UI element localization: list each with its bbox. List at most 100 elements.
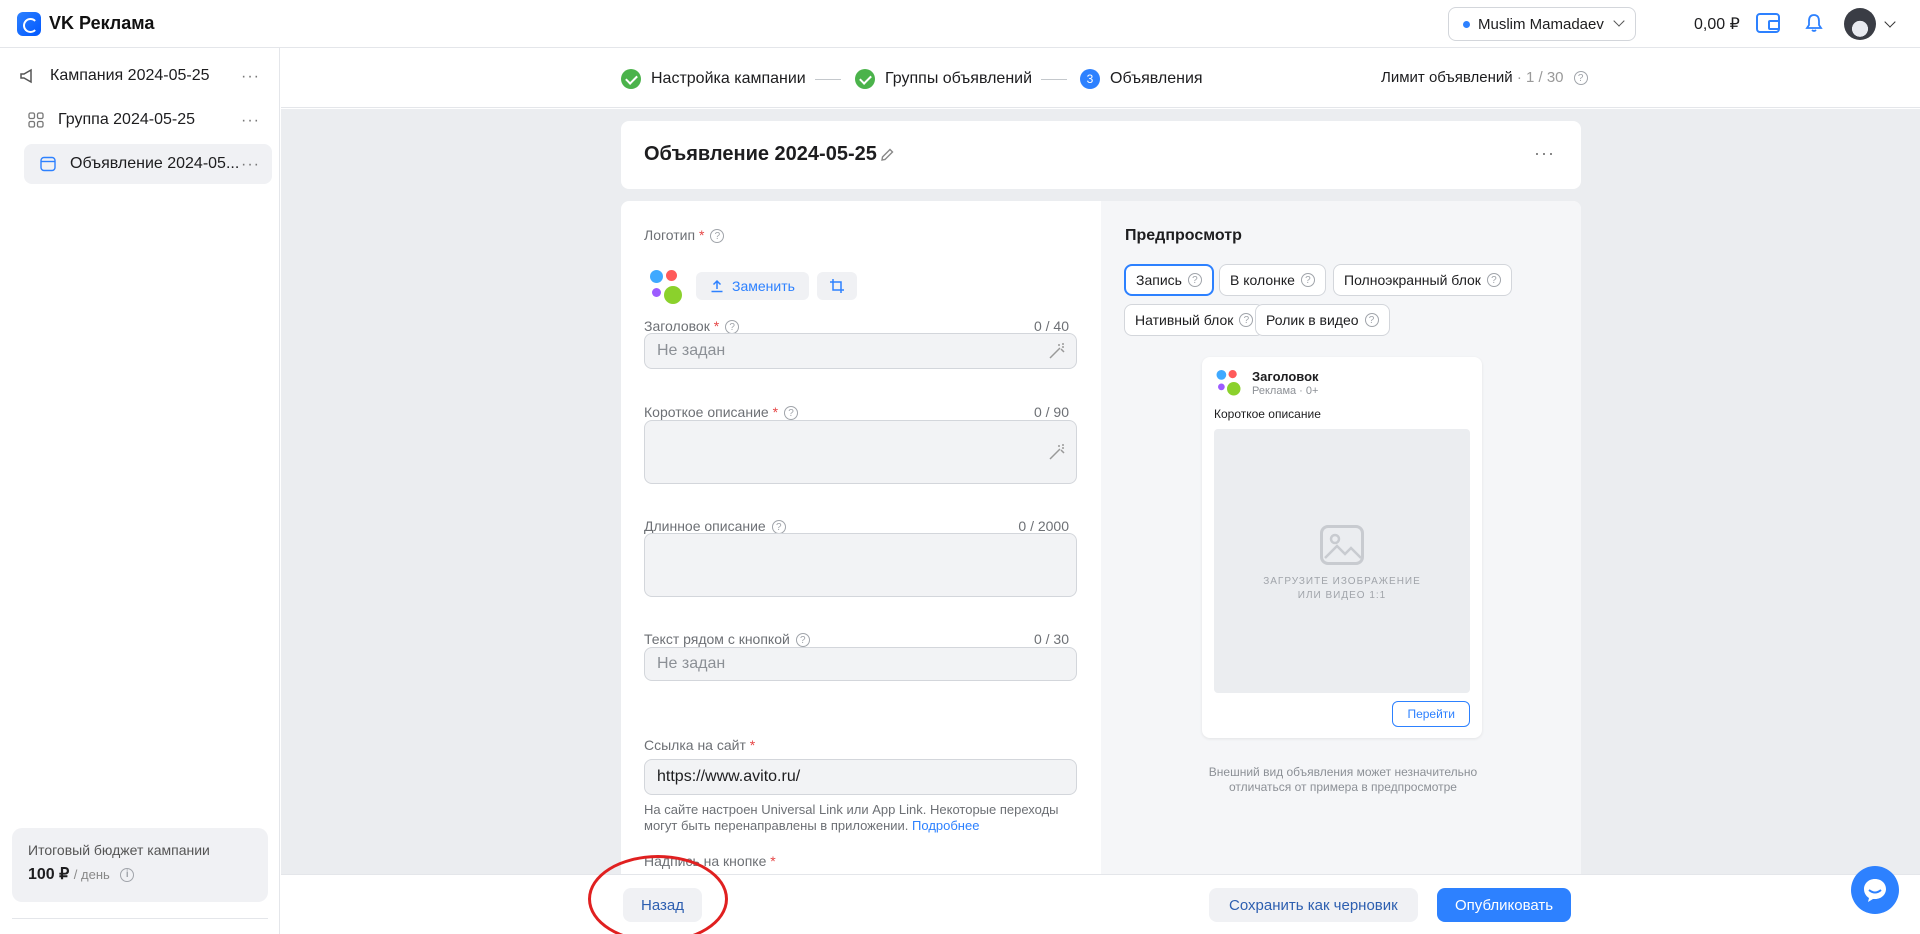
more-icon[interactable]: ··· <box>241 156 260 174</box>
site-link-input[interactable]: https://www.avito.ru/ <box>644 759 1077 795</box>
bell-icon[interactable] <box>1804 13 1824 33</box>
site-link-value: https://www.avito.ru/ <box>657 768 801 785</box>
sidebar: Кампания 2024-05-25 ··· Группа 2024-05-2… <box>0 48 280 934</box>
long-desc-counter: 0 / 2000 <box>1018 518 1069 534</box>
help-icon[interactable]: ? <box>1486 273 1501 287</box>
tab-fullscreen[interactable]: Полноэкранный блок? <box>1333 264 1512 296</box>
grid-icon <box>26 110 46 130</box>
check-icon <box>621 69 641 89</box>
hint-text: На сайте настроен Universal Link или App… <box>644 802 1059 833</box>
help-icon[interactable]: ? <box>710 229 725 244</box>
tab-native[interactable]: Нативный блок? <box>1124 304 1265 336</box>
crop-button[interactable] <box>816 272 857 300</box>
preview-headline: Заголовок <box>1252 369 1319 384</box>
field-label: Логотип <box>644 227 696 243</box>
page-title: Объявление 2024-05-25 <box>644 143 877 165</box>
tab-label: Запись <box>1136 272 1182 288</box>
step-connector <box>815 79 841 80</box>
sidebar-item-group[interactable]: Группа 2024-05-25 ··· <box>28 100 272 140</box>
chevron-down-icon <box>1613 15 1625 27</box>
top-bar: VK Реклама Muslim Mamadaev 0,00 ₽ <box>0 0 1920 48</box>
site-link-label: Ссылка на сайт * <box>644 737 756 753</box>
step-label: Настройка кампании <box>651 70 806 87</box>
field-label: Ссылка на сайт <box>644 737 746 753</box>
balance[interactable]: 0,00 ₽ <box>1694 14 1740 34</box>
preview-title: Предпросмотр <box>1125 227 1242 244</box>
logo-label: Логотип *? <box>644 227 725 244</box>
sidebar-item-campaign[interactable]: Кампания 2024-05-25 ··· <box>20 56 272 96</box>
wallet-icon[interactable] <box>1756 13 1780 33</box>
headline-input[interactable]: Не задан <box>644 333 1077 369</box>
sidebar-item-label: Группа 2024-05-25 <box>58 111 195 128</box>
account-name: Muslim Mamadaev <box>1478 15 1604 33</box>
app-name: VK Реклама <box>49 13 155 33</box>
ad-title-card: Объявление 2024-05-25 ··· <box>621 121 1581 189</box>
megaphone-icon <box>18 66 38 86</box>
preview-meta: Реклама · 0+ <box>1252 385 1319 397</box>
tab-label: Ролик в видео <box>1266 312 1359 328</box>
info-icon[interactable]: i <box>120 867 135 882</box>
tab-label: Полноэкранный блок <box>1344 272 1481 288</box>
upload-icon <box>711 279 723 293</box>
button-text-counter: 0 / 30 <box>1033 631 1069 647</box>
field-label: Заголовок <box>644 318 710 334</box>
budget-unit: / день <box>73 867 110 882</box>
field-label: Текст рядом с кнопкой <box>644 631 790 647</box>
help-icon[interactable]: ? <box>1239 313 1254 327</box>
stepper: Настройка кампании Группы объявлений 3 О… <box>281 49 1920 108</box>
more-icon[interactable]: ··· <box>1534 143 1555 164</box>
help-icon[interactable]: ? <box>1187 273 1202 287</box>
step-label: Группы объявлений <box>885 70 1033 87</box>
button-text-label: Текст рядом с кнопкой? <box>644 631 810 648</box>
crop-icon <box>829 279 844 293</box>
long-desc-label: Длинное описание? <box>644 518 786 535</box>
step-ad-groups[interactable]: Группы объявлений <box>855 69 1032 89</box>
annotation-circle <box>588 855 728 934</box>
tab-video[interactable]: Ролик в видео? <box>1255 304 1390 336</box>
help-icon[interactable]: ? <box>795 633 810 648</box>
help-icon[interactable]: ? <box>1300 273 1315 287</box>
ads-limit: Лимит объявлений · 1 / 30 ? <box>1381 69 1588 86</box>
budget-amount: 100 ₽ <box>28 866 70 883</box>
tab-column[interactable]: В колонке? <box>1219 264 1326 296</box>
avatar[interactable] <box>1844 8 1876 40</box>
more-icon[interactable]: ··· <box>241 112 260 130</box>
button-text-input[interactable]: Не задан <box>644 647 1077 681</box>
media-caption-line: ИЛИ ВИДЕО 1:1 <box>1297 590 1387 601</box>
support-chat-button[interactable] <box>1851 866 1899 914</box>
help-icon[interactable]: ? <box>1573 71 1588 86</box>
more-icon[interactable]: ··· <box>241 68 260 86</box>
preview-note: Внешний вид объявления может незначитель… <box>1208 765 1478 794</box>
budget-title: Итоговый бюджет кампании <box>28 842 210 858</box>
magic-wand-icon[interactable] <box>1048 342 1066 360</box>
publish-button[interactable]: Опубликовать <box>1437 888 1572 922</box>
step-ads[interactable]: 3 Объявления <box>1080 69 1203 89</box>
preview-media-placeholder: ЗАГРУЗИТЕ ИЗОБРАЖЕНИЕ ИЛИ ВИДЕО 1:1 <box>1214 429 1470 693</box>
account-select[interactable]: Muslim Mamadaev <box>1448 7 1636 41</box>
tab-label: В колонке <box>1230 272 1295 288</box>
preview-description: Короткое описание <box>1214 407 1321 421</box>
button-text-placeholder: Не задан <box>657 655 726 672</box>
pencil-icon[interactable] <box>879 147 895 163</box>
step-label: Объявления <box>1110 70 1203 87</box>
learn-more-link[interactable]: Подробнее <box>912 818 979 833</box>
preview-logo <box>1212 367 1241 396</box>
magic-wand-icon[interactable] <box>1048 443 1066 461</box>
short-desc-label: Короткое описание *? <box>644 404 799 421</box>
tab-post[interactable]: Запись? <box>1124 264 1214 296</box>
check-icon <box>855 69 875 89</box>
avatar-chevron-down-icon[interactable] <box>1884 16 1896 28</box>
sidebar-item-ad[interactable]: Объявление 2024-05... ··· <box>24 144 272 184</box>
headline-placeholder: Не задан <box>657 342 726 359</box>
long-desc-textarea[interactable] <box>644 533 1077 597</box>
replace-logo-button[interactable]: Заменить <box>696 272 809 300</box>
save-draft-button[interactable]: Сохранить как черновик <box>1209 888 1418 922</box>
help-icon[interactable]: ? <box>784 406 799 421</box>
step-campaign-settings[interactable]: Настройка кампании <box>621 69 806 89</box>
app-logo[interactable]: VK Реклама <box>17 11 155 36</box>
replace-label: Заменить <box>732 278 795 294</box>
help-icon[interactable]: ? <box>1364 313 1379 327</box>
field-label: Длинное описание <box>644 518 766 534</box>
short-desc-textarea[interactable] <box>644 420 1077 484</box>
divider <box>12 918 268 919</box>
